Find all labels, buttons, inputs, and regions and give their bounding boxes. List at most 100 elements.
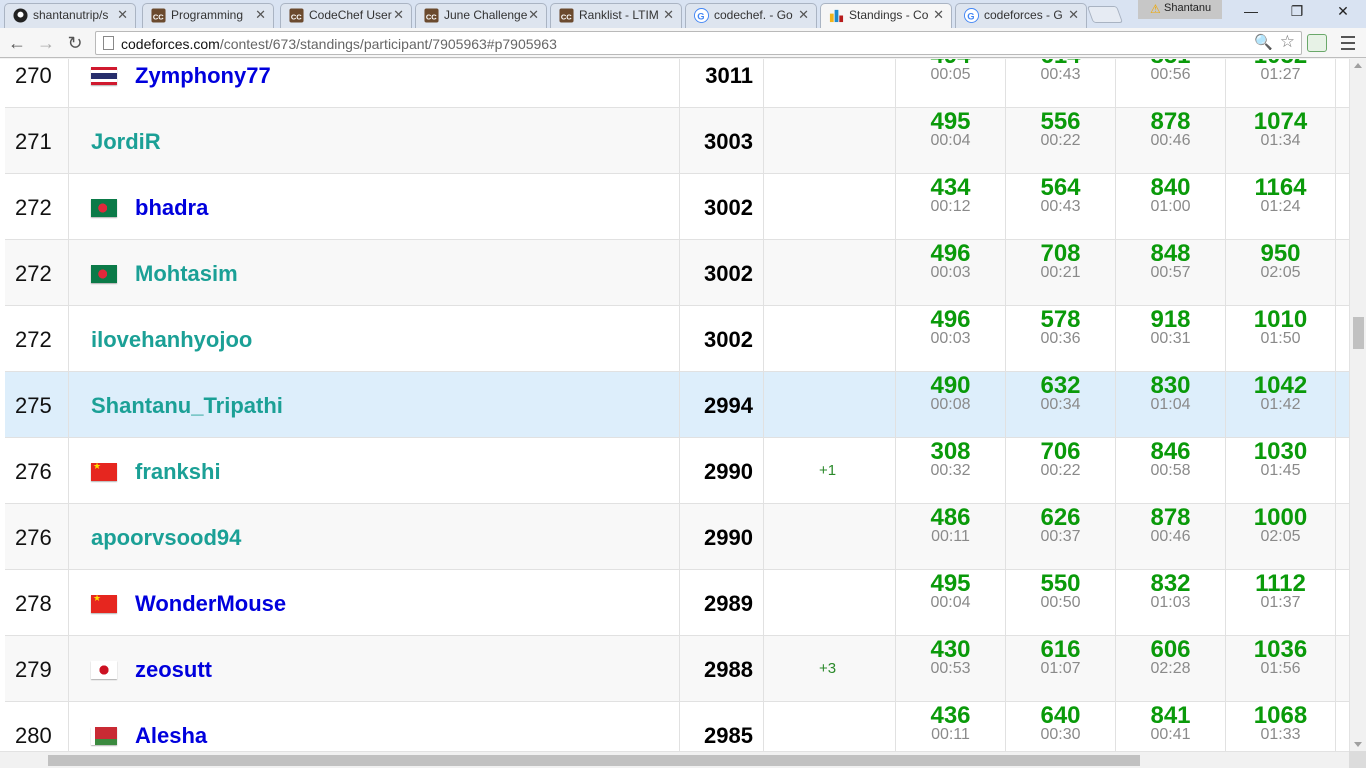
svg-text:CC: CC (291, 12, 302, 21)
problem-result-cell[interactable]: 848 00:57 (1116, 240, 1226, 306)
zoom-icon[interactable]: 🔍 (1254, 33, 1273, 51)
participant-handle-link[interactable]: JordiR (91, 129, 161, 155)
problem-result-cell[interactable]: 1042 01:42 (1226, 372, 1336, 438)
participant-handle-link[interactable]: ilovehanhyojoo (91, 327, 252, 353)
browser-tab[interactable]: Gcodechef. - Go ✕ (685, 3, 817, 28)
problem-result-cell[interactable]: 830 01:04 (1116, 372, 1226, 438)
back-button[interactable]: ← (6, 32, 28, 54)
problem-result-cell[interactable]: 706 00:22 (1006, 438, 1116, 504)
problem-result-cell[interactable]: 1000 02:05 (1226, 504, 1336, 570)
close-tab-icon[interactable]: ✕ (798, 4, 809, 26)
browser-tab[interactable]: CC June Challenge ✕ (415, 3, 547, 28)
profile-button[interactable]: ⚠ Shantanu (1138, 0, 1222, 19)
problem-result-cell[interactable]: 878 00:46 (1116, 108, 1226, 174)
problem-result-cell[interactable]: 878 00:46 (1116, 504, 1226, 570)
close-tab-icon[interactable]: ✕ (528, 4, 539, 26)
rank-cell: 276 (5, 438, 69, 504)
problem-result-cell[interactable]: 632 00:34 (1006, 372, 1116, 438)
problem-result-cell[interactable]: 1030 01:45 (1226, 438, 1336, 504)
problem-result-cell[interactable]: 626 00:37 (1006, 504, 1116, 570)
problem-result-cell[interactable]: 1036 01:56 (1226, 636, 1336, 702)
problem-result-cell[interactable]: 49400:05 (896, 59, 1006, 108)
extension-icon[interactable] (1307, 34, 1327, 52)
problem-time: 00:08 (930, 396, 971, 413)
problem-result-cell[interactable]: 556 00:22 (1006, 108, 1116, 174)
problem-result-cell[interactable]: 550 00:50 (1006, 570, 1116, 636)
participant-handle-link[interactable]: Alesha (135, 723, 207, 749)
problem-result-cell[interactable]: 496 00:03 (896, 240, 1006, 306)
problem-result-cell[interactable]: 1074 01:34 (1226, 108, 1336, 174)
problem-result-cell[interactable]: 1068 01:33 (1226, 702, 1336, 751)
rank-cell: 275 (5, 372, 69, 438)
problem-result-cell[interactable]: 616 01:07 (1006, 636, 1116, 702)
problem-result-cell[interactable]: 61400:43 (1006, 59, 1116, 108)
problem-result-cell[interactable]: 1112 01:37 (1226, 570, 1336, 636)
problem-result-cell[interactable]: 918 00:31 (1116, 306, 1226, 372)
problem-result-cell[interactable]: 495 00:04 (896, 108, 1006, 174)
chrome-menu-button[interactable] (1338, 32, 1358, 54)
participant-handle-link[interactable]: apoorvsood94 (91, 525, 241, 551)
participant-handle-link[interactable]: Zymphony77 (135, 63, 271, 89)
restore-button[interactable]: ❐ (1274, 0, 1320, 22)
participant-handle-link[interactable]: Shantanu_Tripathi (91, 393, 283, 419)
scroll-down-arrow-icon[interactable] (1354, 742, 1362, 747)
vertical-scrollbar[interactable] (1349, 59, 1366, 751)
minimize-button[interactable]: — (1228, 0, 1274, 22)
close-tab-icon[interactable]: ✕ (663, 4, 674, 26)
problem-result-cell[interactable]: 564 00:43 (1006, 174, 1116, 240)
problem-result-cell[interactable]: 434 00:12 (896, 174, 1006, 240)
problem-result-cell[interactable]: 950 02:05 (1226, 240, 1336, 306)
browser-tab[interactable]: CC Ranklist - LTIM ✕ (550, 3, 682, 28)
close-tab-icon[interactable]: ✕ (1068, 4, 1079, 26)
browser-tab[interactable]: Standings - Co ✕ (820, 3, 952, 28)
participant-handle-link[interactable]: bhadra (135, 195, 208, 221)
close-tab-icon[interactable]: ✕ (393, 4, 404, 26)
close-tab-icon[interactable]: ✕ (117, 4, 128, 26)
new-tab-button[interactable] (1086, 6, 1124, 23)
problem-result-cell[interactable]: 606 02:28 (1116, 636, 1226, 702)
codechef-icon: CC (559, 8, 574, 23)
problem-result-cell[interactable]: 846 00:58 (1116, 438, 1226, 504)
problem-result-cell[interactable]: 105201:27 (1226, 59, 1336, 108)
participant-handle-link[interactable]: zeosutt (135, 657, 212, 683)
problem-result-cell[interactable]: 436 00:11 (896, 702, 1006, 751)
reload-button[interactable]: ↻ (64, 32, 86, 54)
close-tab-icon[interactable]: ✕ (933, 4, 944, 26)
problem-time: 02:05 (1260, 528, 1301, 545)
participant-handle-link[interactable]: WonderMouse (135, 591, 286, 617)
forward-button[interactable]: → (35, 32, 57, 54)
close-window-button[interactable]: ✕ (1320, 0, 1366, 22)
problem-result-cell[interactable]: 495 00:04 (896, 570, 1006, 636)
problem-result-cell[interactable]: 840 01:00 (1116, 174, 1226, 240)
problem-time: 00:50 (1040, 594, 1081, 611)
participant-handle-link[interactable]: frankshi (135, 459, 221, 485)
problem-result-cell[interactable]: 486 00:11 (896, 504, 1006, 570)
browser-tab[interactable]: Gcodeforces - G ✕ (955, 3, 1087, 28)
problem-result-cell[interactable]: 1164 01:24 (1226, 174, 1336, 240)
problem-result-cell[interactable]: 708 00:21 (1006, 240, 1116, 306)
close-tab-icon[interactable]: ✕ (255, 4, 266, 26)
problem-result-cell[interactable]: 496 00:03 (896, 306, 1006, 372)
problem-result-cell[interactable]: 841 00:41 (1116, 702, 1226, 751)
score-cell: 3002 (680, 306, 764, 372)
problem-result-cell[interactable]: 430 00:53 (896, 636, 1006, 702)
scroll-up-arrow-icon[interactable] (1354, 63, 1362, 68)
problem-result-cell[interactable]: 640 00:30 (1006, 702, 1116, 751)
browser-tab[interactable]: shantanutrip/s ✕ (4, 3, 136, 28)
problem-result-cell[interactable]: 490 00:08 (896, 372, 1006, 438)
horizontal-scroll-thumb[interactable] (48, 755, 1140, 766)
browser-tab[interactable]: CC Programming ✕ (142, 3, 274, 28)
problem-result-cell[interactable]: 578 00:36 (1006, 306, 1116, 372)
url-text[interactable]: codeforces.com/contest/673/standings/par… (121, 36, 557, 52)
problem-result-cell[interactable]: 832 01:03 (1116, 570, 1226, 636)
horizontal-scrollbar[interactable] (0, 751, 1349, 768)
address-bar[interactable]: codeforces.com/contest/673/standings/par… (95, 31, 1302, 55)
participant-handle-link[interactable]: Mohtasim (135, 261, 238, 287)
problem-result-cell (1336, 570, 1349, 636)
vertical-scroll-thumb[interactable] (1353, 317, 1364, 349)
problem-result-cell[interactable]: 1010 01:50 (1226, 306, 1336, 372)
problem-result-cell[interactable]: 85100:56 (1116, 59, 1226, 108)
browser-tab[interactable]: CC CodeChef User ✕ (280, 3, 412, 28)
bookmark-star-icon[interactable]: ☆ (1280, 32, 1295, 52)
problem-result-cell[interactable]: 308 00:32 (896, 438, 1006, 504)
